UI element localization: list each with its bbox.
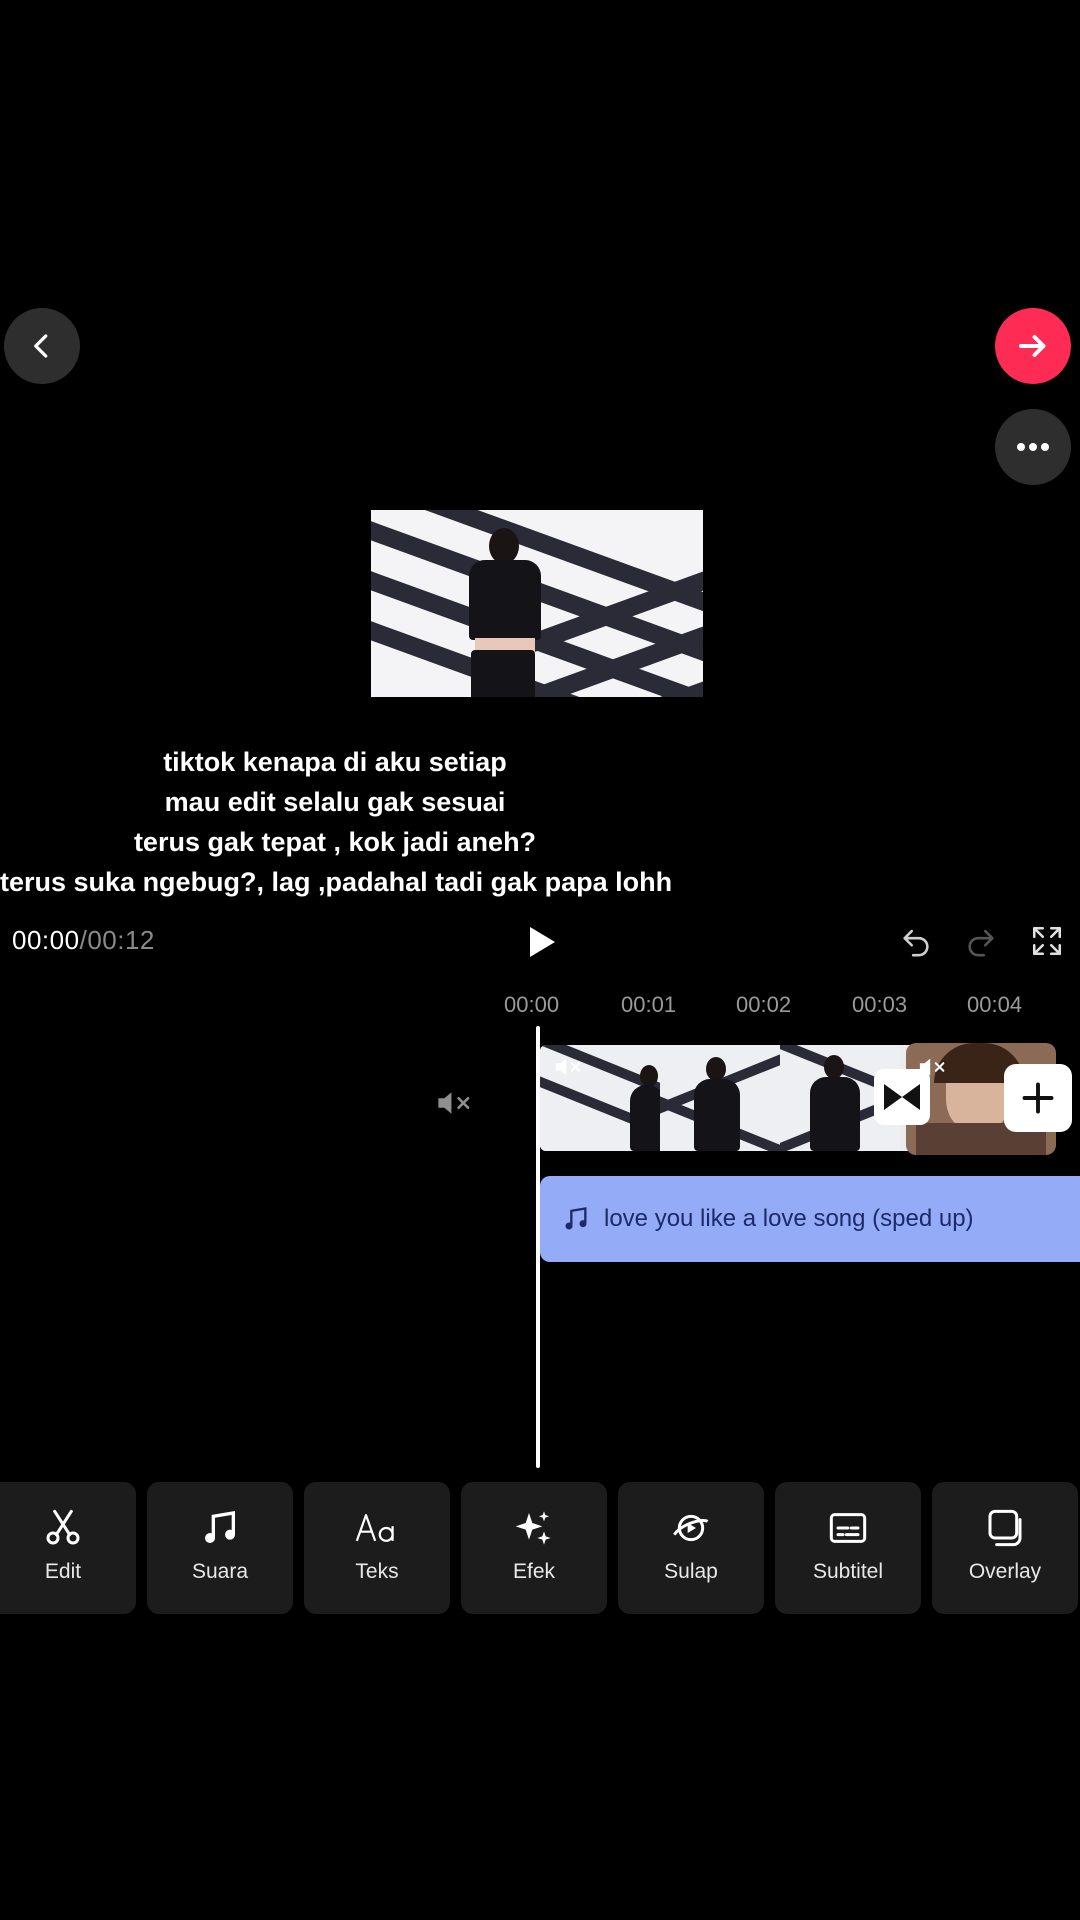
- tool-label: Edit: [44, 1560, 82, 1583]
- total-time: 00:12: [87, 925, 155, 955]
- tool-subtitel[interactable]: Subtitel: [775, 1482, 921, 1614]
- more-dots-icon: [1017, 443, 1049, 451]
- timeline-tick: 00:01: [621, 992, 677, 1017]
- magic-icon: [673, 1514, 709, 1542]
- music-note-icon: [205, 1511, 235, 1543]
- timeline-tick: 00:04: [967, 992, 1023, 1017]
- tool-label: Sulap: [664, 1560, 718, 1583]
- tool-sulap[interactable]: Sulap: [618, 1482, 764, 1614]
- playhead[interactable]: [536, 1026, 540, 1468]
- caption-line: terus gak tepat , kok jadi aneh?: [133, 827, 537, 857]
- clip-frame: [660, 1045, 780, 1151]
- clip-muted-icon: [555, 1058, 581, 1076]
- sparkle-icon: [515, 1511, 551, 1545]
- tool-edit[interactable]: Edit: [0, 1482, 136, 1614]
- tool-overlay[interactable]: Overlay: [932, 1482, 1078, 1614]
- tool-teks[interactable]: Teks: [304, 1482, 450, 1614]
- chevron-left-icon: [34, 334, 48, 358]
- tool-label: Teks: [355, 1560, 399, 1583]
- play-icon[interactable]: [520, 922, 560, 962]
- scissors-icon: [46, 1509, 80, 1545]
- add-clip-button[interactable]: [1004, 1064, 1072, 1132]
- subtitle-icon: [829, 1513, 867, 1543]
- current-time: 00:00: [12, 925, 80, 955]
- text-overlay-caption[interactable]: tiktok kenapa di aku setiap mau edit sel…: [0, 742, 673, 902]
- back-button[interactable]: [4, 308, 80, 384]
- fullscreen-icon[interactable]: [1030, 924, 1064, 958]
- overlay-icon: [988, 1509, 1022, 1547]
- tool-label: Efek: [512, 1560, 556, 1583]
- plus-icon: [1022, 1082, 1054, 1114]
- mute-clip-audio-icon[interactable]: [436, 1088, 474, 1118]
- music-note-icon: [565, 1207, 587, 1230]
- arrow-right-icon: [1019, 335, 1046, 357]
- audio-track[interactable]: love you like a love song (sped up): [540, 1176, 1080, 1262]
- undo-icon[interactable]: [899, 924, 933, 958]
- time-readout: 00:00/00:12: [12, 925, 155, 956]
- transition-button[interactable]: [874, 1069, 930, 1125]
- tool-label: Suara: [191, 1560, 249, 1583]
- editor-toolbar: Edit Suara Teks Efek Sulap Subtitel Over…: [0, 1482, 1080, 1614]
- video-preview[interactable]: [371, 510, 703, 697]
- tool-label: Subtitel: [812, 1560, 884, 1583]
- redo-icon[interactable]: [964, 924, 998, 958]
- tool-efek[interactable]: Efek: [461, 1482, 607, 1614]
- caption-line: tiktok kenapa di aku setiap: [163, 747, 507, 777]
- video-clip-track[interactable]: [540, 1045, 910, 1151]
- caption-line: terus suka ngebug?, lag ,padahal tadi ga…: [0, 867, 673, 897]
- caption-line: mau edit selalu gak sesuai: [164, 787, 506, 817]
- audio-track-label: love you like a love song (sped up): [604, 1205, 974, 1232]
- timeline-tick: 00:02: [736, 992, 792, 1017]
- tool-label: Overlay: [968, 1560, 1042, 1583]
- next-button[interactable]: [995, 308, 1071, 384]
- more-options-button[interactable]: [995, 409, 1071, 485]
- timeline-tick: 00:00: [504, 992, 560, 1017]
- transition-icon: [884, 1084, 920, 1110]
- text-aa-icon: [355, 1514, 394, 1542]
- tool-suara[interactable]: Suara: [147, 1482, 293, 1614]
- timeline-tick: 00:03: [852, 992, 908, 1017]
